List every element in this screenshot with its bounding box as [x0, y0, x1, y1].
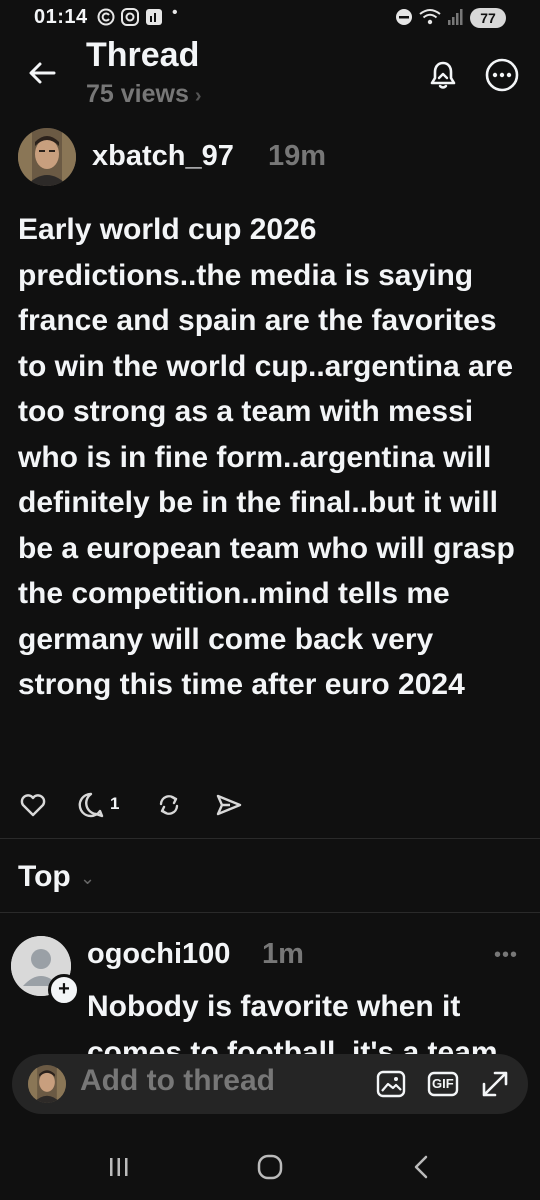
like-button[interactable]: [18, 790, 48, 820]
do-not-disturb-icon: [394, 7, 414, 32]
notification-dot-icon: •: [172, 4, 178, 21]
divider: [0, 912, 540, 913]
gif-button[interactable]: GIF: [426, 1067, 460, 1101]
more-horizontal-icon: [485, 58, 519, 92]
home-button[interactable]: [253, 1150, 287, 1184]
reply-button[interactable]: [76, 790, 106, 820]
post-body: Early world cup 2026 predictions..the me…: [18, 213, 515, 701]
chevron-right-icon: ›: [194, 85, 202, 107]
comment-icon: [78, 792, 104, 818]
repost-icon: [159, 795, 179, 815]
recents-icon: [110, 1158, 128, 1176]
share-button[interactable]: [214, 790, 244, 820]
status-time: 01:14: [34, 6, 88, 28]
follow-plus-button[interactable]: +: [48, 974, 80, 1006]
chevron-down-icon[interactable]: ⌄: [80, 868, 95, 889]
battery-indicator: 77: [470, 8, 506, 28]
home-icon: [257, 1154, 283, 1180]
gif-label: GIF: [432, 1076, 454, 1091]
app-notification-icon: [144, 7, 164, 32]
recent-apps-button[interactable]: [102, 1150, 136, 1184]
more-options-button[interactable]: [484, 57, 520, 93]
notify-button[interactable]: [426, 58, 460, 92]
post-author-avatar[interactable]: [18, 128, 76, 186]
reply-username[interactable]: ogochi100: [87, 938, 230, 971]
instagram-icon: [120, 7, 140, 32]
bell-icon: [430, 61, 456, 89]
expand-icon: [482, 1071, 508, 1097]
views-count: 75 views: [86, 80, 189, 108]
views-link[interactable]: 75 views ›: [86, 80, 202, 109]
attach-image-button[interactable]: [374, 1067, 408, 1101]
reply-count: 1: [110, 794, 120, 813]
expand-button[interactable]: [478, 1067, 512, 1101]
composer-avatar: [28, 1065, 66, 1103]
sort-dropdown[interactable]: Top: [18, 860, 71, 894]
divider: [0, 838, 540, 839]
heart-icon: [20, 794, 46, 817]
threads-app-icon: [96, 7, 116, 32]
back-button[interactable]: [24, 55, 60, 91]
composer-bar[interactable]: Add to thread GIF: [12, 1054, 528, 1114]
repost-button[interactable]: [154, 790, 184, 820]
image-icon: [376, 1070, 406, 1098]
reply-timestamp: 1m: [262, 938, 304, 970]
post-timestamp: 19m: [268, 140, 327, 172]
back-nav-button[interactable]: [405, 1150, 439, 1184]
composer-placeholder[interactable]: Add to thread: [80, 1064, 275, 1098]
send-icon: [216, 794, 242, 816]
page-title: Thread: [86, 36, 200, 74]
system-nav-bar: [0, 1130, 540, 1200]
signal-icon: [446, 7, 466, 32]
post-username[interactable]: xbatch_97: [92, 140, 234, 173]
arrow-left-icon: [29, 62, 56, 84]
wifi-icon: [418, 7, 444, 32]
status-bar: 01:14 • 77: [0, 0, 540, 40]
chevron-left-icon: [414, 1155, 428, 1179]
reply-more-icon[interactable]: •••: [494, 944, 518, 967]
